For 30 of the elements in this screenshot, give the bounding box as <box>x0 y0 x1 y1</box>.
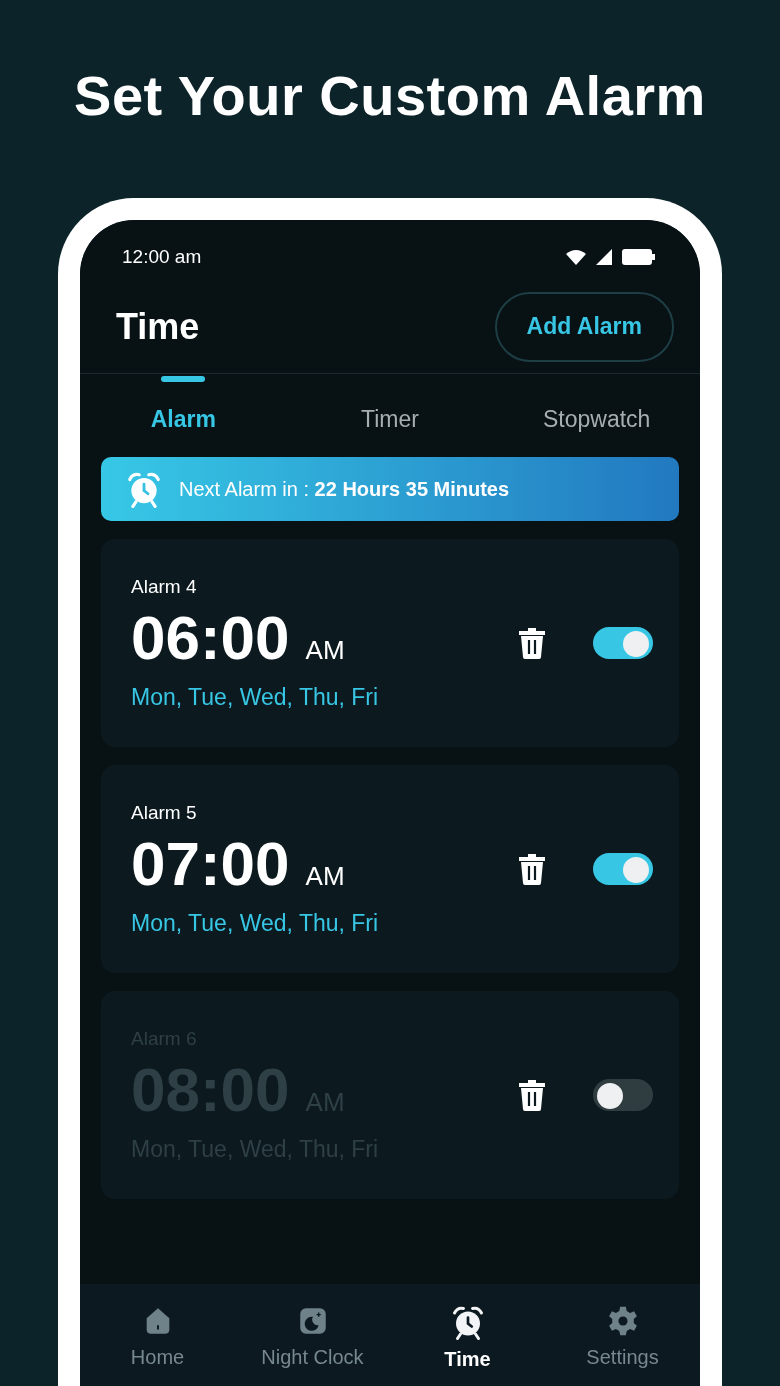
headline: Set Your Custom Alarm <box>73 63 707 129</box>
alarm-period: AM <box>305 634 345 666</box>
battery-icon <box>622 249 656 265</box>
nav-item[interactable]: Settings <box>545 1284 700 1386</box>
nav-item[interactable]: Night Clock <box>235 1284 390 1386</box>
alarm-days: Mon, Tue, Wed, Thu, Fri <box>131 909 517 937</box>
add-alarm-button[interactable]: Add Alarm <box>494 291 674 362</box>
alarm-period: AM <box>305 860 345 892</box>
nav-item[interactable]: Home <box>80 1284 235 1386</box>
alarm-clock-icon <box>125 470 163 508</box>
alarm-toggle[interactable] <box>593 1079 653 1111</box>
alarm-toggle[interactable] <box>593 853 653 885</box>
trash-icon[interactable] <box>517 852 547 886</box>
alarm-time: 07:00 <box>131 827 290 900</box>
tab[interactable]: Stopwatch <box>493 374 700 454</box>
signal-icon <box>596 249 612 265</box>
tab[interactable]: Alarm <box>80 374 287 454</box>
alarm-days: Mon, Tue, Wed, Thu, Fri <box>131 683 517 711</box>
status-time: 12:00 am <box>122 246 202 268</box>
wifi-icon <box>566 249 586 265</box>
trash-icon[interactable] <box>517 626 547 660</box>
alarm-toggle[interactable] <box>593 627 653 659</box>
screen-title: Time <box>116 305 200 348</box>
alarm-name: Alarm 4 <box>131 575 198 598</box>
trash-icon[interactable] <box>517 1078 547 1112</box>
next-alarm-text: Next Alarm in : 22 Hours 35 Minutes <box>179 477 510 501</box>
alarm-name: Alarm 5 <box>131 801 198 824</box>
alarm-time: 06:00 <box>131 601 290 674</box>
tab[interactable]: Timer <box>286 374 494 454</box>
nav-item[interactable]: Time <box>390 1284 545 1386</box>
